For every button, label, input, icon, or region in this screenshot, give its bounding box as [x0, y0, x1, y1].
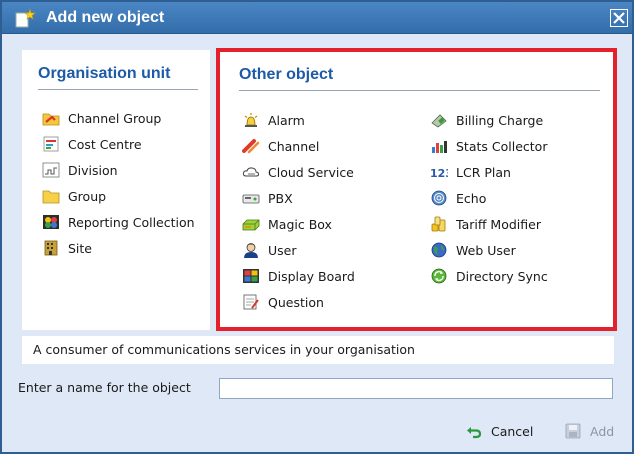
item-label: Magic Box [268, 216, 332, 232]
item-label: Division [68, 162, 118, 178]
cancel-label: Cancel [491, 423, 534, 439]
org-item-group[interactable]: Group [42, 186, 106, 206]
new-object-icon [15, 8, 36, 28]
folder-icon [42, 190, 60, 204]
item-label: Group [68, 188, 107, 204]
heading-divider [239, 90, 600, 91]
cost-centre-icon [43, 136, 59, 152]
directory-sync-icon [431, 268, 447, 284]
heading-divider [38, 89, 198, 90]
channel-icon [242, 139, 260, 154]
object-item-channel[interactable]: Channel [242, 136, 319, 156]
object-item-question[interactable]: Question [242, 292, 324, 312]
org-item-reporting-collection[interactable]: Reporting Collection [42, 212, 195, 232]
object-item-web-user[interactable]: Web User [430, 240, 516, 260]
item-label: Cost Centre [68, 136, 142, 152]
description-box: A consumer of communications services in… [22, 336, 614, 364]
question-icon [243, 294, 259, 310]
item-label: PBX [268, 190, 293, 206]
item-label: Alarm [268, 112, 305, 128]
object-item-stats-collector[interactable]: Stats Collector [430, 136, 547, 156]
org-item-site[interactable]: Site [42, 238, 92, 258]
item-label: Web User [456, 242, 516, 258]
object-item-billing-charge[interactable]: Billing Charge [430, 110, 543, 130]
dialog-title: Add new object [46, 9, 165, 26]
item-label: Question [268, 294, 324, 310]
lcr-plan-icon: 123 [430, 167, 448, 180]
undo-arrow-icon [467, 427, 482, 439]
user-icon [244, 243, 258, 258]
close-button[interactable] [610, 9, 628, 27]
add-button[interactable]: Add [565, 420, 614, 442]
display-board-icon [243, 269, 259, 283]
magic-box-icon [242, 219, 260, 231]
item-label: Site [68, 240, 92, 256]
save-disk-icon [565, 423, 581, 439]
object-item-echo[interactable]: Echo [430, 188, 486, 208]
svg-text:123: 123 [430, 167, 448, 180]
object-name-label: Enter a name for the object [18, 380, 191, 395]
org-item-channel-group[interactable]: Channel Group [42, 108, 161, 128]
item-label: Billing Charge [456, 112, 544, 128]
cloud-icon [242, 167, 260, 177]
object-item-magic-box[interactable]: Magic Box [242, 214, 332, 234]
other-object-heading: Other object [239, 66, 334, 83]
organisation-unit-panel: Organisation unit Channel Group Cost Cen… [22, 50, 210, 330]
title-bar[interactable]: Add new object [2, 2, 632, 34]
object-item-alarm[interactable]: Alarm [242, 110, 305, 130]
cancel-button[interactable]: Cancel [466, 420, 533, 442]
object-description: A consumer of communications services in… [33, 342, 415, 357]
item-label: Directory Sync [456, 268, 548, 284]
object-item-display-board[interactable]: Display Board [242, 266, 355, 286]
object-item-tariff-modifier[interactable]: Tariff Modifier [430, 214, 541, 234]
item-label: Display Board [268, 268, 355, 284]
item-label: LCR Plan [456, 164, 511, 180]
stats-collector-icon [432, 141, 447, 153]
channel-group-icon [42, 113, 60, 126]
item-label: Stats Collector [456, 138, 548, 154]
alarm-icon [244, 113, 258, 127]
item-label: User [268, 242, 297, 258]
object-item-directory-sync[interactable]: Directory Sync [430, 266, 548, 286]
org-item-division[interactable]: Division [42, 160, 118, 180]
reporting-collection-icon [43, 215, 59, 229]
add-object-dialog: Add new object Organisation unit Channel… [0, 0, 634, 454]
item-label: Channel [268, 138, 320, 154]
tariff-modifier-icon [431, 216, 446, 232]
object-item-pbx[interactable]: PBX [242, 188, 293, 208]
billing-charge-icon [431, 114, 447, 128]
organisation-unit-heading: Organisation unit [38, 65, 171, 82]
building-icon [44, 240, 58, 256]
object-item-user[interactable]: User [242, 240, 297, 260]
object-item-cloud-service[interactable]: Cloud Service [242, 162, 354, 182]
item-label: Reporting Collection [68, 214, 195, 230]
close-icon [613, 12, 625, 24]
object-item-lcr-plan[interactable]: 123 LCR Plan [430, 162, 511, 182]
division-icon [42, 162, 60, 178]
other-object-panel: Other object Alarm Channel Cloud Service [216, 48, 617, 331]
item-label: Tariff Modifier [456, 216, 541, 232]
item-label: Channel Group [68, 110, 162, 126]
add-label: Add [590, 423, 615, 439]
item-label: Echo [456, 190, 487, 206]
echo-icon [431, 190, 447, 206]
item-label: Cloud Service [268, 164, 354, 180]
web-user-icon [431, 242, 447, 258]
object-name-input[interactable] [219, 378, 613, 399]
pbx-icon [242, 194, 260, 204]
org-item-cost-centre[interactable]: Cost Centre [42, 134, 142, 154]
